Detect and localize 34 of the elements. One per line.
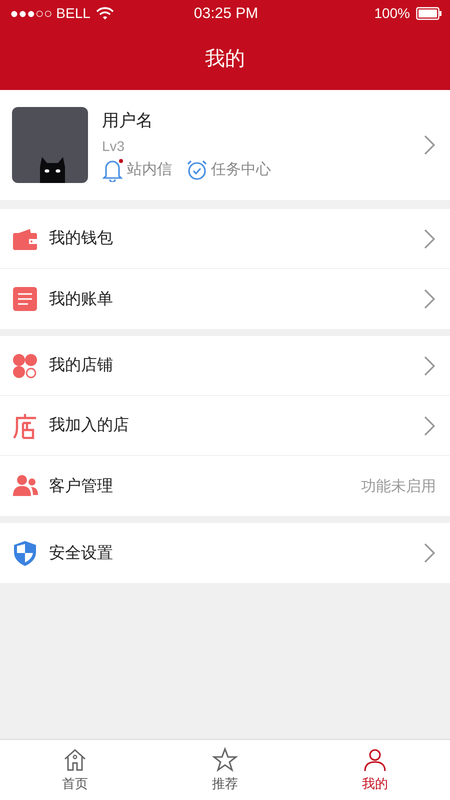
chevron-icon [423, 354, 436, 376]
tasks-link[interactable]: 任务中心 [211, 160, 271, 179]
menu-item[interactable]: 我的钱包 [0, 209, 450, 269]
menu-item[interactable]: 安全设置 [0, 523, 450, 583]
battery-percent: 100% [374, 5, 410, 21]
profile-card[interactable]: 用户名 Lv3 站内信 任务中心 [0, 90, 450, 200]
chevron-icon [423, 288, 436, 310]
menu-item[interactable]: 我的店铺 [0, 336, 450, 396]
people-icon [12, 473, 38, 499]
battery-icon [416, 6, 442, 20]
status-note: 功能未启用 [361, 476, 436, 496]
bell-icon [102, 158, 124, 182]
carrier-signal: ●●●○○ BELL [10, 5, 90, 21]
chevron-icon [423, 542, 436, 564]
menu-item[interactable]: 我加入的店 [0, 396, 450, 456]
star-icon [212, 747, 238, 773]
user-level: Lv3 [102, 138, 126, 154]
username: 用户名 [102, 110, 154, 132]
menu-item[interactable]: 客户管理 功能未启用 [0, 456, 450, 516]
shield-icon [12, 540, 38, 566]
chevron-icon [423, 414, 436, 436]
messages-link[interactable]: 站内信 [127, 160, 172, 179]
status-time: 03:25 PM [194, 4, 258, 22]
chevron-icon [423, 228, 436, 250]
chevron-icon [423, 134, 436, 156]
store-icon [12, 412, 38, 438]
clover-icon [12, 352, 38, 378]
menu-item[interactable]: 我的账单 [0, 269, 450, 329]
house-icon [62, 747, 88, 773]
clock-check-icon [186, 158, 208, 180]
person-icon [362, 747, 388, 773]
document-icon [12, 286, 38, 312]
page-title: 我的 [205, 44, 245, 72]
wifi-icon [96, 6, 114, 20]
